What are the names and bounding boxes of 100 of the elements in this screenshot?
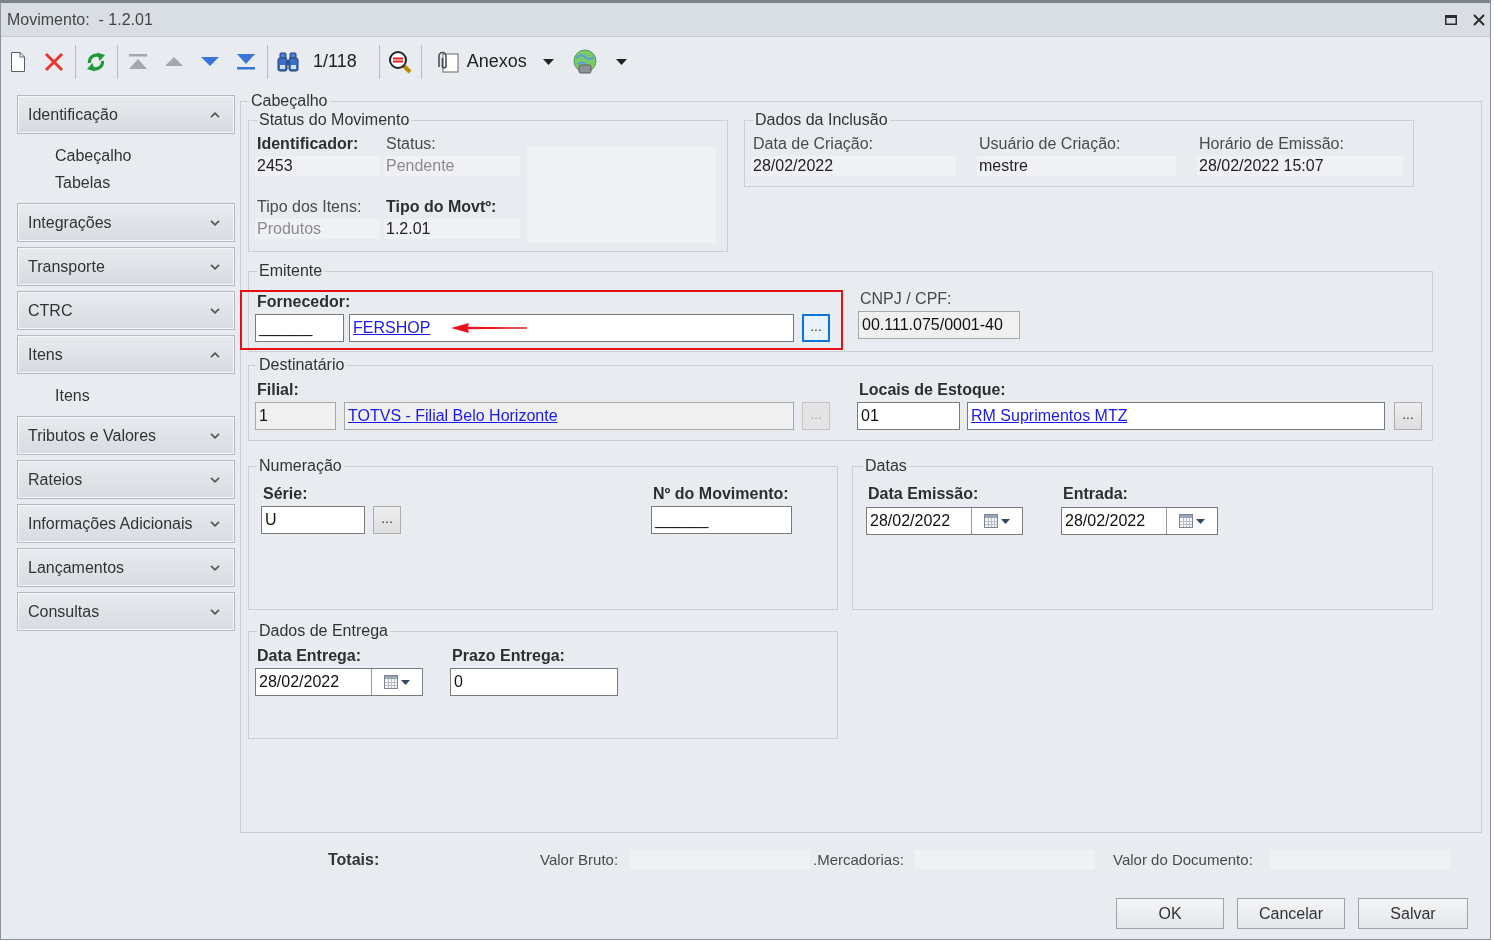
group-title: Dados da Inclusão — [754, 111, 889, 129]
caret-icon — [1196, 518, 1205, 524]
chevron-down-icon — [210, 263, 220, 270]
field-value: Produtos — [255, 218, 380, 239]
group-title: Destinatário — [258, 356, 346, 374]
group-title: Status do Movimento — [258, 111, 411, 129]
group-title: Datas — [864, 457, 908, 475]
chevron-down-icon — [210, 520, 220, 527]
section-header[interactable]: Consultas — [17, 592, 235, 631]
text-field[interactable]: U — [261, 506, 365, 534]
field-label: Status: — [385, 135, 436, 153]
chevron-down-icon — [210, 564, 220, 571]
totals-label: Totais: — [328, 850, 380, 869]
field-label: Valor Bruto: — [540, 851, 619, 868]
group-title: Emitente — [258, 262, 324, 280]
caret-icon — [1001, 518, 1010, 524]
skip-to-bottom-icon — [236, 53, 256, 70]
section-header[interactable]: Identificação — [17, 95, 235, 134]
chevron-down-icon — [210, 307, 220, 314]
cross-icon — [44, 51, 64, 72]
skip-to-top-icon — [128, 53, 148, 70]
magnifier-icon — [387, 49, 412, 74]
nav-item[interactable]: Tabelas — [55, 169, 111, 196]
field-value: 28/02/2022 15:07 — [1197, 156, 1403, 176]
triangle-up-icon — [165, 57, 183, 66]
calendar-icon — [384, 675, 398, 689]
globe-icon — [571, 48, 598, 75]
field-label: .Mercadorias: — [813, 851, 904, 868]
field-label: Data Entrega: — [256, 647, 362, 665]
field-value: 28/02/2022 — [751, 156, 956, 176]
section-header[interactable]: Tributos e Valores — [17, 416, 235, 455]
text-field[interactable]: 0 — [450, 668, 618, 696]
attachments-button[interactable]: Anexos — [427, 44, 533, 79]
field-label: Filial: — [256, 381, 299, 399]
nav-item[interactable]: Cabeçalho — [55, 142, 132, 169]
date-picker[interactable]: 28/02/2022 — [255, 668, 423, 696]
field-label: Data de Criação: — [752, 135, 874, 153]
dialog-button[interactable]: Cancelar — [1237, 898, 1345, 929]
maximize-icon[interactable] — [1445, 14, 1457, 25]
caret-icon — [616, 58, 628, 65]
caret-icon — [543, 58, 555, 65]
link[interactable]: RM Suprimentos MTZ — [971, 407, 1128, 424]
dialog-button[interactable]: Salvar — [1358, 898, 1468, 929]
group-title: Numeração — [258, 457, 343, 475]
close-icon[interactable] — [1473, 13, 1485, 26]
field-value: 2453 — [255, 156, 380, 176]
text-field[interactable]: ______ — [651, 506, 792, 534]
field-label: CNPJ / CPF: — [859, 290, 952, 308]
field-label: Prazo Entrega: — [451, 647, 565, 665]
field-label: Data Emissão: — [867, 485, 979, 503]
field-value: mestre — [977, 156, 1176, 176]
section-header[interactable]: Transporte — [17, 247, 235, 286]
link[interactable]: FERSHOP — [353, 319, 431, 336]
window-title: Movimento: - 1.2.01 — [7, 10, 153, 29]
lookup-button[interactable]: ... — [802, 314, 830, 342]
field-value: Pendente — [384, 156, 520, 176]
chevron-down-icon — [210, 608, 220, 615]
chevron-down-icon — [210, 476, 220, 483]
date-picker[interactable]: 28/02/2022 — [1061, 507, 1218, 535]
section-header[interactable]: CTRC — [17, 291, 235, 330]
refresh-icon — [85, 50, 107, 73]
chevron-up-icon — [210, 111, 220, 118]
field-label: Entrada: — [1062, 485, 1128, 503]
nav-item[interactable]: Itens — [55, 382, 90, 409]
section-header[interactable]: Itens — [17, 335, 235, 374]
field-label: Valor do Documento: — [1113, 851, 1253, 868]
field-label: Identificador: — [256, 135, 359, 153]
field-label: Nº do Movimento: — [652, 485, 789, 503]
section-header[interactable]: Rateios — [17, 460, 235, 499]
record-counter: 1/118 — [313, 51, 357, 72]
chevron-down-icon — [210, 432, 220, 439]
name-field[interactable]: RM Suprimentos MTZ — [967, 402, 1385, 430]
triangle-down-icon — [201, 57, 219, 66]
name-field[interactable]: FERSHOP — [349, 314, 794, 342]
lookup-button[interactable]: ... — [373, 506, 401, 534]
calendar-icon — [1179, 514, 1193, 528]
section-header[interactable]: Lançamentos — [17, 548, 235, 587]
code-field[interactable]: ______ — [255, 314, 344, 342]
field-label: Usuário de Criação: — [978, 135, 1121, 153]
group-title: Cabeçalho — [250, 92, 329, 110]
field-label: Série: — [262, 485, 308, 503]
section-header[interactable]: Informações Adicionais — [17, 504, 235, 543]
caret-icon — [401, 679, 410, 685]
dialog-button[interactable]: OK — [1116, 898, 1224, 929]
calendar-icon — [984, 514, 998, 528]
chevron-up-icon — [210, 351, 220, 358]
page-icon — [10, 51, 26, 72]
field-label: Tipo dos Itens: — [256, 197, 362, 216]
lookup-button[interactable]: ... — [1394, 402, 1422, 430]
chevron-down-icon — [210, 219, 220, 226]
field-label: Tipo do Movtº: — [385, 197, 497, 216]
group-title: Dados de Entrega — [258, 622, 389, 640]
field-label: Horário de Emissão: — [1198, 135, 1344, 153]
binoculars-icon — [277, 51, 299, 72]
date-picker[interactable]: 28/02/2022 — [866, 507, 1023, 535]
field-value: 1.2.01 — [384, 218, 520, 239]
code-field[interactable]: 01 — [857, 402, 960, 430]
field-label: Locais de Estoque: — [858, 381, 1006, 399]
field-label: Fornecedor: — [256, 293, 351, 311]
section-header[interactable]: Integrações — [17, 203, 235, 242]
